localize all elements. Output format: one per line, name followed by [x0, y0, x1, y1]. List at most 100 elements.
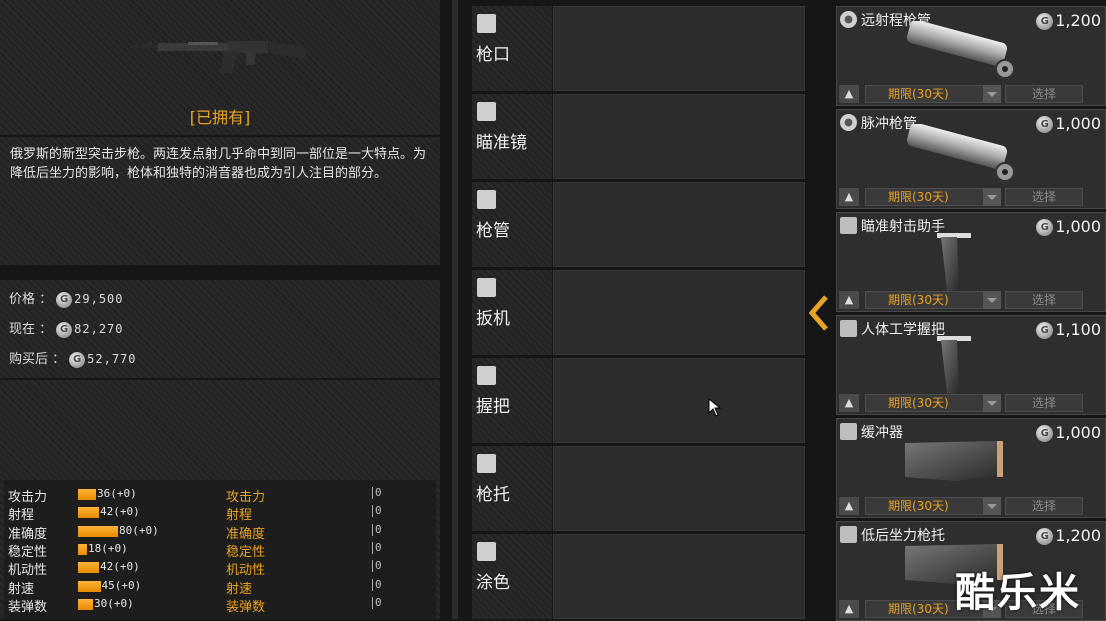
stat-compare-name: 射程 [226, 508, 253, 524]
stat-bar [78, 562, 99, 574]
grip-icon [840, 217, 857, 234]
stat-name: 装弹数 [8, 599, 48, 615]
weapon-info-panel: [已拥有] 俄罗斯的新型突击步枪。两连发点射几乎命中到同一部位是一大特点。为降低… [0, 0, 442, 619]
select-button[interactable]: 选择 [1005, 85, 1083, 103]
slot-barrel[interactable]: 枪管 [472, 182, 552, 267]
stat-name: 射速 [8, 581, 35, 597]
attachment-card[interactable]: 脉冲枪管 G 1,000 ▲ 期限(30天) 选择 [836, 109, 1106, 209]
stat-compare-name: 准确度 [226, 526, 266, 542]
watermark-logo: 酷乐米 [955, 570, 1081, 616]
cart-button[interactable]: ▲ [839, 394, 859, 412]
select-button[interactable]: 选择 [1005, 497, 1083, 515]
price-label: 价格 ： [9, 292, 53, 307]
attachment-price: G 1,000 [1036, 114, 1101, 133]
term-dropdown[interactable]: 期限(30天) [865, 85, 1001, 103]
gold-coin-icon: G [56, 321, 73, 338]
trigger-icon [477, 278, 496, 297]
term-dropdown[interactable]: 期限(30天) [865, 291, 1001, 309]
price-value: 1,200 [1055, 11, 1101, 30]
stat-compare-value: 0 [372, 523, 382, 536]
slot-label: 涂色 [476, 573, 510, 593]
chevron-down-icon[interactable] [983, 497, 1001, 515]
gold-coin-icon: G [1036, 13, 1054, 30]
stat-value: 42(+0) [100, 560, 140, 574]
stat-name: 准确度 [8, 526, 48, 542]
stat-row: 稳定性 18(+0) 稳定性 0 [4, 541, 436, 560]
stock-icon [840, 423, 857, 440]
slot-attachment-box[interactable] [553, 358, 805, 443]
slot-grip[interactable]: 握把 [472, 358, 552, 443]
price-value: 1,100 [1055, 320, 1101, 339]
slot-muzzle[interactable]: 枪口 [472, 6, 552, 91]
stat-compare-value: 0 [372, 487, 382, 499]
slot-attachment-box[interactable] [553, 270, 805, 355]
stat-compare-name: 攻击力 [226, 490, 266, 505]
description-box: 俄罗斯的新型突击步枪。两连发点射几乎命中到同一部位是一大特点。为降低后坐力的影响… [0, 137, 440, 265]
stat-value: 45(+0) [101, 578, 142, 592]
slot-label: 扳机 [476, 309, 510, 329]
cart-button[interactable]: ▲ [839, 85, 859, 103]
gold-coin-icon: G [1036, 116, 1054, 133]
stat-value: 80(+0) [119, 523, 159, 537]
purchase-bar: ▲ 期限(30天) 选择 [837, 495, 1105, 517]
term-dropdown[interactable]: 期限(30天) [865, 394, 1001, 412]
attachment-card[interactable]: 人体工学握把 G 1,100 ▲ 期限(30天) 选择 [836, 315, 1106, 415]
slot-scope[interactable]: 瞄准镜 [472, 94, 552, 179]
stat-bar [78, 580, 101, 592]
term-dropdown[interactable]: 期限(30天) [865, 497, 1001, 515]
stat-row: 机动性 42(+0) 机动性 0 [4, 559, 436, 579]
cart-button[interactable]: ▲ [839, 600, 859, 618]
purchase-bar: ▲ 期限(30天) 选择 [837, 289, 1105, 311]
stat-bar [78, 525, 118, 537]
select-button[interactable]: 选择 [1005, 291, 1083, 309]
slot-attachment-box[interactable] [553, 534, 805, 619]
slot-label: 握把 [476, 397, 510, 417]
slot-attachment-box[interactable] [553, 446, 805, 531]
slot-attachment-box[interactable] [553, 6, 805, 91]
attachment-card[interactable]: 瞄准射击助手 G 1,000 ▲ 期限(30天) 选择 [836, 212, 1106, 312]
stat-name: 射程 [8, 508, 35, 524]
slot-label: 瞄准镜 [476, 133, 527, 153]
slot-stock[interactable]: 枪托 [472, 446, 552, 531]
chevron-down-icon[interactable] [983, 394, 1001, 412]
price-value: 82,270 [74, 322, 124, 336]
stat-value: 42(+0) [100, 505, 140, 519]
gold-coin-icon: G [1036, 528, 1054, 545]
slot-paint[interactable]: 涂色 [472, 534, 552, 619]
price-row: 现在 ： G 82,270 [9, 318, 124, 338]
select-button[interactable]: 选择 [1005, 188, 1083, 206]
stock-icon [840, 526, 857, 543]
select-button[interactable]: 选择 [1005, 394, 1083, 412]
slot-attachment-box[interactable] [553, 182, 805, 267]
chevron-down-icon[interactable] [983, 188, 1001, 206]
term-value: 期限(30天) [888, 87, 949, 101]
paint-icon [477, 542, 496, 561]
chevron-down-icon[interactable] [983, 85, 1001, 103]
weapon-description: 俄罗斯的新型突击步枪。两连发点射几乎命中到同一部位是一大特点。为降低后坐力的影响… [10, 147, 427, 181]
term-value: 期限(30天) [888, 602, 949, 616]
cart-button[interactable]: ▲ [839, 291, 859, 309]
term-value: 期限(30天) [888, 293, 949, 307]
stat-value: 30(+0) [94, 596, 134, 610]
price-row: 价格 ： G 29,500 [9, 288, 124, 308]
stat-row: 射程 42(+0) 射程 0 [4, 504, 436, 524]
slot-trigger[interactable]: 扳机 [472, 270, 552, 355]
panel-divider [452, 0, 458, 619]
stat-compare-name: 稳定性 [226, 544, 266, 560]
collapse-arrow-icon[interactable] [808, 295, 830, 331]
chevron-down-icon[interactable] [983, 291, 1001, 309]
attachment-card[interactable]: 缓冲器 G 1,000 ▲ 期限(30天) 选择 [836, 418, 1106, 518]
stat-row: 装弹数 30(+0) 装弹数 0 [4, 596, 436, 615]
price-value: 52,770 [87, 352, 137, 366]
term-dropdown[interactable]: 期限(30天) [865, 188, 1001, 206]
price-value: 1,000 [1055, 423, 1101, 442]
stats-box: 攻击力 36(+0) 攻击力 0 射程 42(+0) 射程 0 准确度 80(+0) 准确度 0 稳定性… [0, 380, 440, 619]
cart-button[interactable]: ▲ [839, 188, 859, 206]
cart-button[interactable]: ▲ [839, 497, 859, 515]
term-value: 期限(30天) [888, 396, 949, 410]
slot-attachment-box[interactable] [553, 94, 805, 179]
gold-coin-icon: G [69, 351, 86, 368]
price-label: 购买后 ： [9, 352, 66, 367]
attachment-card[interactable]: 远射程枪管 G 1,200 ▲ 期限(30天) 选择 [836, 6, 1106, 106]
attachment-price: G 1,200 [1036, 11, 1101, 30]
